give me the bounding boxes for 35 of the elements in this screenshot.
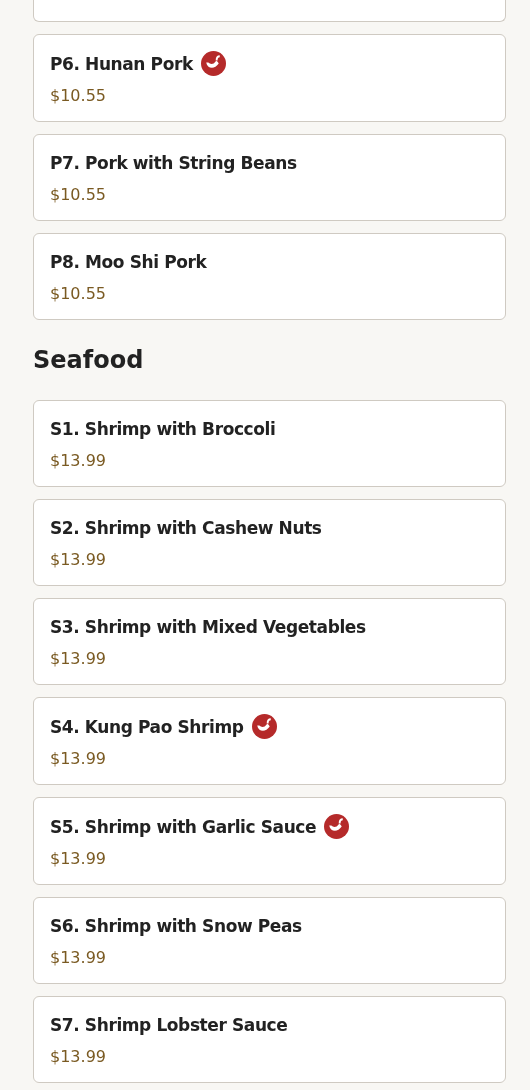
item-name: S1. Shrimp with Broccoli bbox=[50, 419, 276, 439]
menu-item-card[interactable]: S2. Shrimp with Cashew Nuts $13.99 bbox=[33, 499, 506, 586]
item-name: S5. Shrimp with Garlic Sauce bbox=[50, 816, 317, 837]
item-price: $13.99 bbox=[50, 749, 107, 768]
item-name: S7. Shrimp Lobster Sauce bbox=[50, 1015, 288, 1035]
item-price: $13.99 bbox=[50, 1047, 107, 1066]
menu-item-card[interactable]: P7. Pork with String Beans $10.55 bbox=[33, 134, 506, 221]
item-price: $10.55 bbox=[50, 284, 107, 303]
menu-item-card[interactable]: S7. Shrimp Lobster Sauce $13.99 bbox=[33, 996, 506, 1083]
item-name: S6. Shrimp with Snow Peas bbox=[50, 916, 302, 936]
menu-item-card[interactable]: P6. Hunan Pork $10.55 bbox=[33, 34, 506, 122]
item-price: $10.55 bbox=[50, 86, 107, 105]
item-name: P7. Pork with String Beans bbox=[50, 153, 297, 173]
item-price: $13.99 bbox=[50, 649, 107, 668]
item-price: $10.55 bbox=[50, 185, 107, 204]
item-name: P6. Hunan Pork bbox=[50, 53, 193, 74]
section-heading: Seafood bbox=[33, 346, 145, 374]
item-name: S2. Shrimp with Cashew Nuts bbox=[50, 518, 322, 538]
item-name: S4. Kung Pao Shrimp bbox=[50, 716, 244, 737]
menu-item-card[interactable]: P8. Moo Shi Pork $10.55 bbox=[33, 233, 506, 320]
item-price: $13.99 bbox=[50, 550, 107, 569]
menu-item-card[interactable]: S3. Shrimp with Mixed Vegetables $13.99 bbox=[33, 598, 506, 685]
item-price: $13.99 bbox=[50, 948, 107, 967]
menu-item-card[interactable] bbox=[33, 0, 506, 22]
item-name: S3. Shrimp with Mixed Vegetables bbox=[50, 617, 366, 637]
item-price: $13.99 bbox=[50, 451, 107, 470]
chili-pepper-icon bbox=[200, 51, 226, 76]
menu-item-card[interactable]: S5. Shrimp with Garlic Sauce $13.99 bbox=[33, 797, 506, 885]
chili-pepper-icon bbox=[251, 714, 277, 739]
menu-item-card[interactable]: S1. Shrimp with Broccoli $13.99 bbox=[33, 400, 506, 487]
chili-pepper-icon bbox=[324, 814, 350, 839]
item-name: P8. Moo Shi Pork bbox=[50, 252, 207, 272]
menu-item-card[interactable]: S4. Kung Pao Shrimp $13.99 bbox=[33, 697, 506, 785]
menu-item-card[interactable]: S6. Shrimp with Snow Peas $13.99 bbox=[33, 897, 506, 984]
item-price: $13.99 bbox=[50, 849, 107, 868]
